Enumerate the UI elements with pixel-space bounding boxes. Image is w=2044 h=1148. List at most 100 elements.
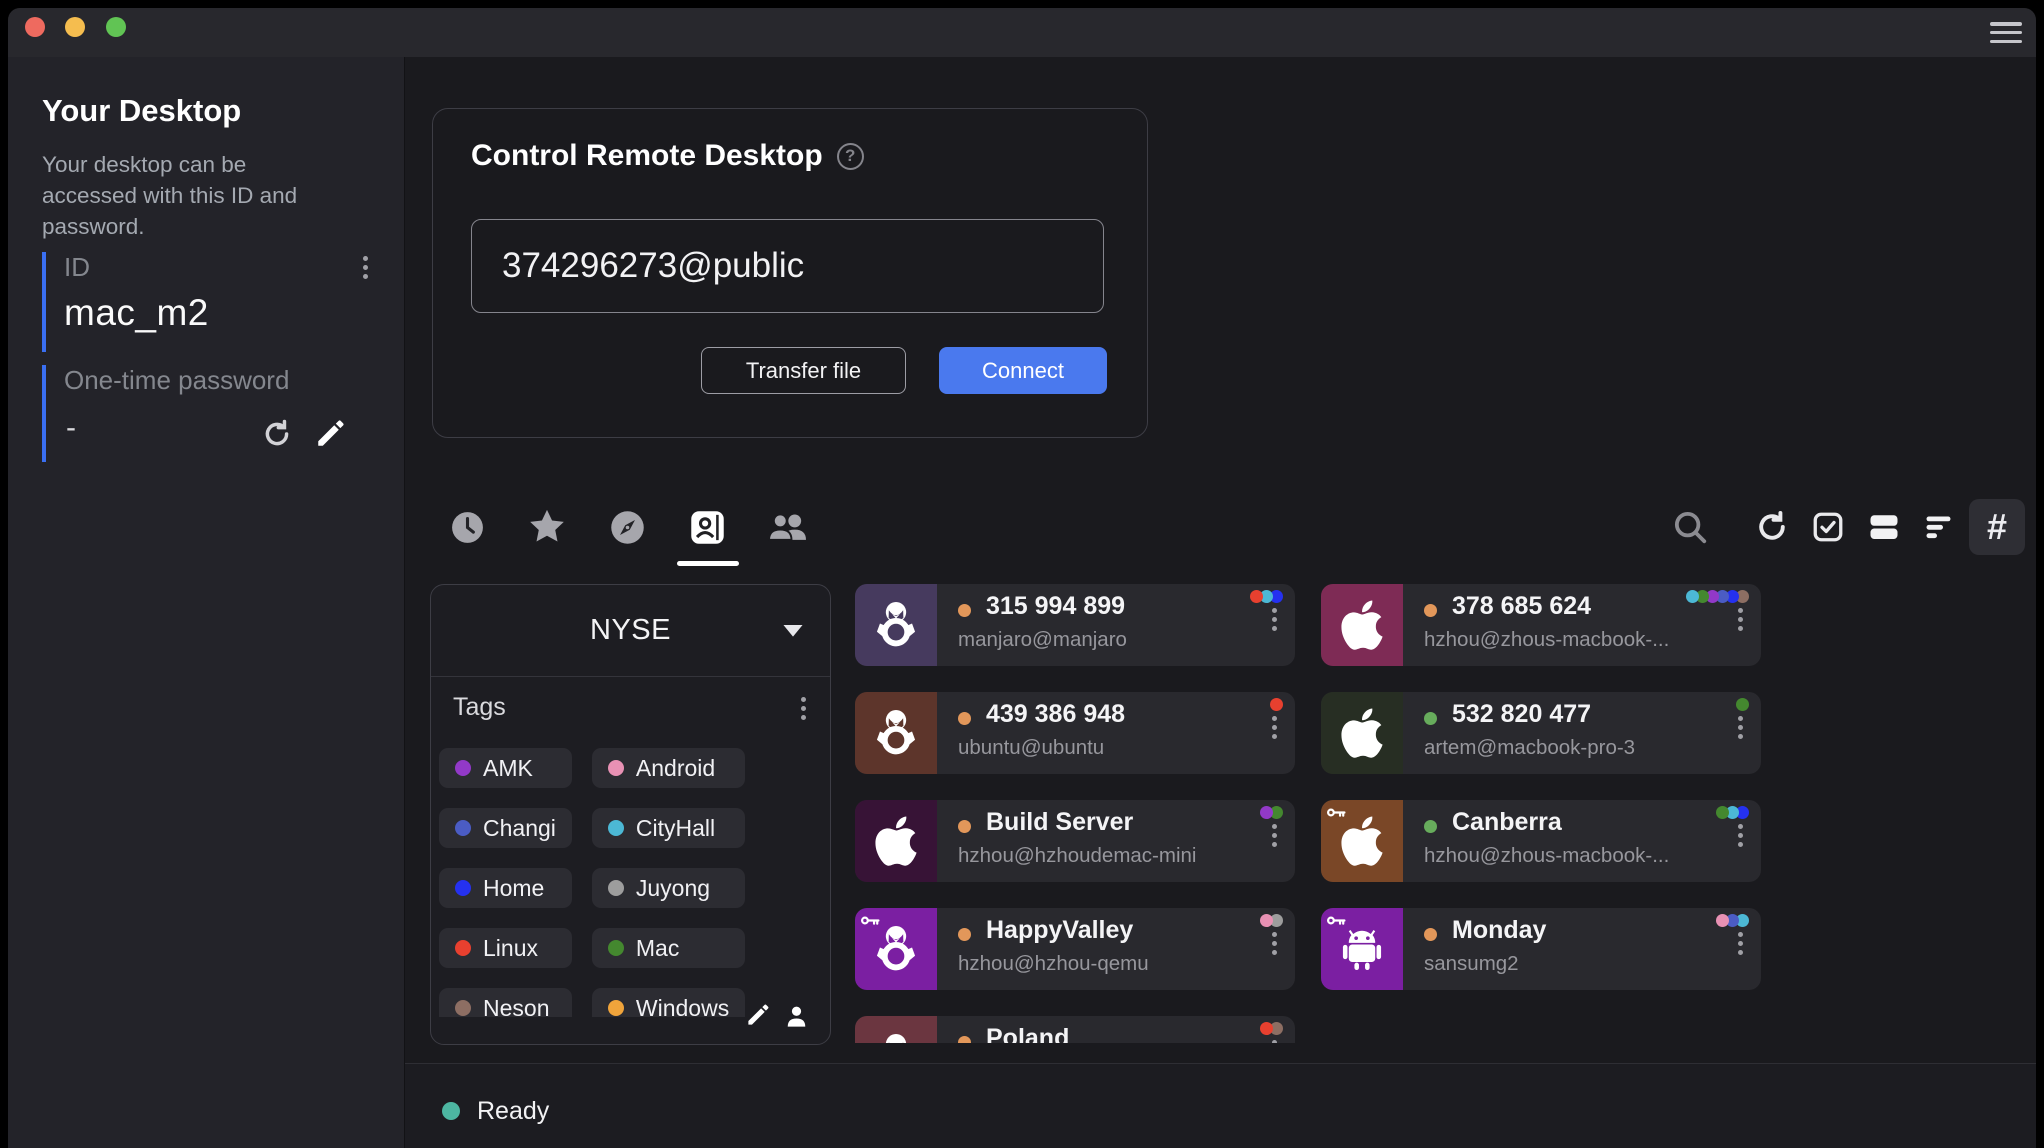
peer-kebab-menu-icon[interactable]	[1738, 824, 1743, 847]
tag-color-dot	[455, 1000, 471, 1016]
peer-os-icon-block	[855, 584, 937, 666]
person-icon[interactable]	[783, 1003, 810, 1030]
tag-color-dot	[455, 760, 471, 776]
peer-os-icon-block	[855, 1016, 937, 1043]
tags-header-label: Tags	[453, 693, 506, 722]
peer-card[interactable]: Monday sansumg2	[1321, 908, 1761, 990]
peer-status-dot	[1424, 820, 1437, 833]
peer-kebab-menu-icon[interactable]	[1272, 608, 1277, 631]
password-block: One-time password -	[42, 365, 374, 462]
tab-discovered[interactable]	[605, 505, 649, 549]
screen: Your Desktop Your desktop can be accesse…	[0, 0, 2044, 1148]
refresh-password-icon[interactable]	[261, 418, 293, 450]
peer-card[interactable]: Poland	[855, 1016, 1295, 1043]
peer-username: sansumg2	[1424, 952, 1519, 976]
tag-label: Neson	[483, 995, 549, 1018]
hamburger-menu-icon[interactable]	[1990, 19, 2022, 46]
transfer-file-button[interactable]: Transfer file	[701, 347, 906, 394]
peer-kebab-menu-icon[interactable]	[1738, 932, 1743, 955]
peer-kebab-menu-icon[interactable]	[1272, 716, 1277, 739]
peer-tag-dots	[1270, 698, 1283, 711]
peer-os-icon-block	[1321, 800, 1403, 882]
close-button[interactable]	[25, 17, 45, 37]
tag-color-dot	[608, 1000, 624, 1016]
peer-os-icon-block	[1321, 584, 1403, 666]
peers-grid: 315 994 899 manjaro@manjaro 378 685 624 …	[855, 584, 1765, 1043]
key-icon	[1327, 805, 1346, 816]
peer-kebab-menu-icon[interactable]	[1272, 932, 1277, 955]
peer-kebab-menu-icon[interactable]	[1738, 716, 1743, 739]
peer-card[interactable]: Build Server hzhou@hzhoudemac-mini	[855, 800, 1295, 882]
tag-chip[interactable]: Changi	[439, 808, 572, 848]
tag-chip[interactable]: Windows	[592, 988, 745, 1017]
peer-kebab-menu-icon[interactable]	[1272, 824, 1277, 847]
tag-chip[interactable]: AMK	[439, 748, 572, 788]
address-book-dropdown[interactable]: NYSE	[431, 585, 830, 676]
id-kebab-menu-icon[interactable]	[363, 256, 368, 279]
edit-tags-pencil-icon[interactable]	[745, 1001, 772, 1028]
peer-tag-mini-dot	[1686, 590, 1699, 603]
tab-group[interactable]	[765, 505, 809, 549]
peer-status-dot	[1424, 712, 1437, 725]
view-cards-icon[interactable]	[1862, 505, 1906, 549]
peer-tag-mini-dot	[1250, 590, 1263, 603]
tags-list: AMK Android Changi CityHall Home Juyong …	[431, 735, 830, 1017]
peer-tag-mini-dot	[1716, 806, 1729, 819]
active-tab-underline	[677, 561, 739, 566]
peer-kebab-menu-icon[interactable]	[1738, 608, 1743, 631]
linux-tux-icon	[870, 599, 922, 651]
peer-tag-mini-dot	[1716, 914, 1729, 927]
refresh-peers-icon[interactable]	[1750, 505, 1794, 549]
sort-icon[interactable]	[1918, 505, 1962, 549]
peer-os-icon-block	[855, 800, 937, 882]
tag-chip[interactable]: Home	[439, 868, 572, 908]
peer-name: 532 820 477	[1452, 700, 1591, 729]
help-circle-icon[interactable]: ?	[837, 143, 864, 170]
tab-address-book[interactable]	[685, 505, 729, 549]
peer-os-icon-block	[1321, 692, 1403, 774]
tag-label: Mac	[636, 935, 679, 962]
peer-card[interactable]: 532 820 477 artem@macbook-pro-3	[1321, 692, 1761, 774]
address-book-icon	[687, 507, 728, 548]
tag-chip[interactable]: Mac	[592, 928, 745, 968]
peer-tag-mini-dot	[1736, 698, 1749, 711]
tag-chip[interactable]: CityHall	[592, 808, 745, 848]
peer-username: hzhou@zhous-macbook-...	[1424, 628, 1669, 652]
peer-card[interactable]: 439 386 948 ubuntu@ubuntu	[855, 692, 1295, 774]
view-grid-id-button[interactable]: #	[1969, 499, 2025, 555]
tag-chip[interactable]: Neson	[439, 988, 572, 1017]
android-icon	[1336, 923, 1388, 975]
peer-card[interactable]: 378 685 624 hzhou@zhous-macbook-...	[1321, 584, 1761, 666]
connect-button[interactable]: Connect	[939, 347, 1107, 394]
linux-tux-icon	[870, 1031, 922, 1043]
tag-chip[interactable]: Android	[592, 748, 745, 788]
search-icon[interactable]	[1668, 505, 1712, 549]
apple-icon	[1340, 705, 1384, 761]
address-book-dropdown-value: NYSE	[590, 614, 671, 647]
peer-tag-dots	[1686, 590, 1749, 603]
edit-password-pencil-icon[interactable]	[314, 416, 348, 450]
peer-card[interactable]: HappyValley hzhou@hzhou-qemu	[855, 908, 1295, 990]
device-id-value: mac_m2	[64, 292, 209, 334]
tag-chip[interactable]: Linux	[439, 928, 572, 968]
minimize-button[interactable]	[65, 17, 85, 37]
tab-recent-sessions[interactable]	[445, 505, 489, 549]
peer-username: hzhou@hzhoudemac-mini	[958, 844, 1196, 868]
peer-status-dot	[958, 712, 971, 725]
peer-tag-mini-dot	[1260, 1022, 1273, 1035]
peer-status-dot	[1424, 928, 1437, 941]
select-checkbox-icon[interactable]	[1806, 505, 1850, 549]
password-label: One-time password	[64, 365, 374, 396]
control-card-title: Control Remote Desktop	[471, 139, 823, 173]
remote-id-input[interactable]	[471, 219, 1104, 313]
peer-kebab-menu-icon[interactable]	[1272, 1040, 1277, 1043]
peer-name: 315 994 899	[986, 592, 1125, 621]
tag-chip[interactable]: Juyong	[592, 868, 745, 908]
peers-scroll-area[interactable]: 315 994 899 manjaro@manjaro 378 685 624 …	[855, 584, 1765, 1043]
tab-favorites[interactable]	[525, 505, 569, 549]
peer-tag-dots	[1736, 698, 1749, 711]
peer-card[interactable]: 315 994 899 manjaro@manjaro	[855, 584, 1295, 666]
tags-kebab-menu-icon[interactable]	[801, 697, 806, 720]
maximize-button[interactable]	[106, 17, 126, 37]
peer-card[interactable]: Canberra hzhou@zhous-macbook-...	[1321, 800, 1761, 882]
